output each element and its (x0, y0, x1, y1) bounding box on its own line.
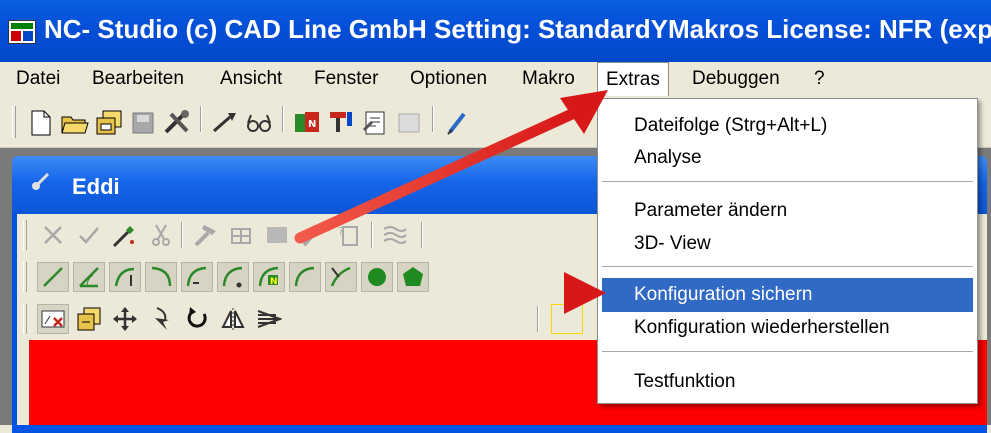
menu-item-konfiguration-wiederherstellen[interactable]: Konfiguration wiederherstellen (598, 311, 977, 345)
check-icon[interactable] (73, 220, 105, 250)
toolbar-separator (282, 106, 284, 132)
arc-down-icon[interactable] (217, 262, 249, 292)
hatch-icon[interactable] (253, 304, 285, 334)
menu-item-dateifolge[interactable]: Dateifolge (Strg+Alt+L) (598, 109, 977, 143)
window-title: NC- Studio (c) CAD Line GmbH Setting: St… (44, 14, 991, 44)
cancel-x-icon[interactable] (37, 220, 69, 250)
toolbar-separator (432, 106, 434, 132)
pen-icon[interactable] (444, 108, 474, 138)
wand-icon[interactable] (109, 220, 141, 250)
waves-icon[interactable] (379, 220, 411, 250)
menu-bearbeiten[interactable]: Bearbeiten (84, 62, 192, 96)
menu-item-analyse[interactable]: Analyse (598, 141, 977, 175)
toolbar-separator (181, 222, 183, 248)
menu-fenster[interactable]: Fenster (306, 62, 386, 96)
delete-red-icon[interactable] (37, 304, 69, 334)
glasses-icon[interactable] (244, 108, 274, 138)
polygon-green-icon[interactable] (397, 262, 429, 292)
help-doc-icon[interactable]: ? (333, 220, 365, 250)
svg-text:N: N (308, 119, 316, 130)
toolbar-grip[interactable] (23, 262, 27, 292)
menu-separator (602, 351, 973, 352)
extras-dropdown-menu: Dateifolge (Strg+Alt+L) Analyse Paramete… (597, 98, 978, 404)
tools-icon[interactable] (162, 108, 192, 138)
toolbar-separator (200, 106, 202, 132)
menu-debuggen[interactable]: Debuggen (684, 62, 788, 96)
block-icon[interactable] (261, 220, 293, 250)
arc-cw-icon[interactable] (109, 262, 141, 292)
menu-item-parameter-aendern[interactable]: Parameter ändern (598, 194, 977, 228)
save-icon[interactable] (128, 108, 158, 138)
angle-line-icon[interactable] (73, 262, 105, 292)
svg-text:?: ? (338, 225, 344, 238)
move-icon[interactable] (109, 304, 141, 334)
yellow-frame-icon[interactable] (551, 304, 583, 334)
new-file-icon[interactable] (26, 108, 56, 138)
menu-item-testfunktion[interactable]: Testfunktion (598, 365, 977, 399)
menu-makro[interactable]: Makro (514, 62, 583, 96)
app-icon[interactable] (8, 20, 36, 44)
copy-icon[interactable] (73, 304, 105, 334)
menu-help[interactable]: ? (806, 62, 833, 96)
title-bar: NC- Studio (c) CAD Line GmbH Setting: St… (0, 0, 991, 62)
toolbar-grip[interactable] (23, 220, 27, 250)
arc-small-icon[interactable] (289, 262, 321, 292)
menu-separator (602, 266, 973, 267)
circle-green-icon[interactable] (361, 262, 393, 292)
rotate-cursor-icon[interactable] (145, 304, 177, 334)
disabled-icon[interactable] (394, 108, 424, 138)
properties-icon[interactable] (360, 108, 390, 138)
menu-ansicht[interactable]: Ansicht (212, 62, 290, 96)
menu-separator (602, 181, 973, 182)
arc-ccw-icon[interactable] (145, 262, 177, 292)
menu-item-konfiguration-sichern[interactable]: Konfiguration sichern (602, 278, 973, 312)
mirror-icon[interactable] (217, 304, 249, 334)
menu-datei[interactable]: Datei (8, 62, 68, 96)
rotate-icon[interactable] (181, 304, 213, 334)
arc-n-icon[interactable]: N (253, 262, 285, 292)
svg-text:N: N (270, 277, 278, 287)
toolbar-separator (537, 306, 539, 332)
pin-icon[interactable] (326, 108, 356, 138)
menu-bar: Datei Bearbeiten Ansicht Fenster Optione… (0, 62, 991, 100)
line-icon[interactable] (37, 262, 69, 292)
toolbar-separator (371, 222, 373, 248)
menu-extras[interactable]: Extras (597, 62, 669, 100)
eddi-title: Eddi (72, 174, 120, 199)
grid-help-icon[interactable] (225, 220, 257, 250)
save-all-icon[interactable] (94, 108, 124, 138)
eddi-window-icon[interactable] (30, 172, 52, 197)
menu-optionen[interactable]: Optionen (402, 62, 495, 96)
brush-icon[interactable] (210, 108, 240, 138)
menu-item-3d-view[interactable]: 3D- View (598, 227, 977, 261)
hammer-icon[interactable] (189, 220, 221, 250)
cut-icon[interactable] (145, 220, 177, 250)
toolbar-separator (421, 222, 423, 248)
toolbar-grip[interactable] (12, 106, 16, 138)
wand2-icon[interactable] (297, 220, 329, 250)
corner-icon[interactable] (325, 262, 357, 292)
open-folder-icon[interactable] (60, 108, 90, 138)
nc-red-icon[interactable]: N (292, 108, 322, 138)
arc-icon[interactable] (181, 262, 213, 292)
toolbar-grip[interactable] (23, 304, 27, 334)
